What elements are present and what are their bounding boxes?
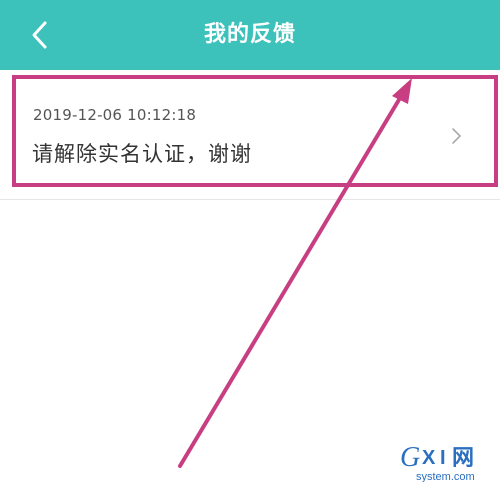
svg-text:网: 网 [452, 446, 474, 471]
svg-text:X: X [422, 447, 436, 469]
app-header: 我的反馈 [0, 0, 500, 70]
site-watermark-logo: G X I 网 system.com [400, 442, 475, 482]
feedback-screen: 我的反馈 2019-12-06 10:12:18 请解除实名认证，谢谢 G X … [0, 0, 500, 486]
chevron-right-icon [452, 128, 461, 144]
svg-text:G: G [400, 442, 420, 473]
svg-text:I: I [440, 447, 446, 469]
feedback-content: 请解除实名认证，谢谢 [32, 142, 252, 166]
svg-text:system.com: system.com [416, 471, 475, 482]
feedback-list-item[interactable]: 2019-12-06 10:12:18 请解除实名认证，谢谢 [0, 70, 500, 200]
feedback-time: 2019-12-06 10:12:18 [33, 106, 197, 124]
page-title: 我的反馈 [203, 22, 296, 47]
